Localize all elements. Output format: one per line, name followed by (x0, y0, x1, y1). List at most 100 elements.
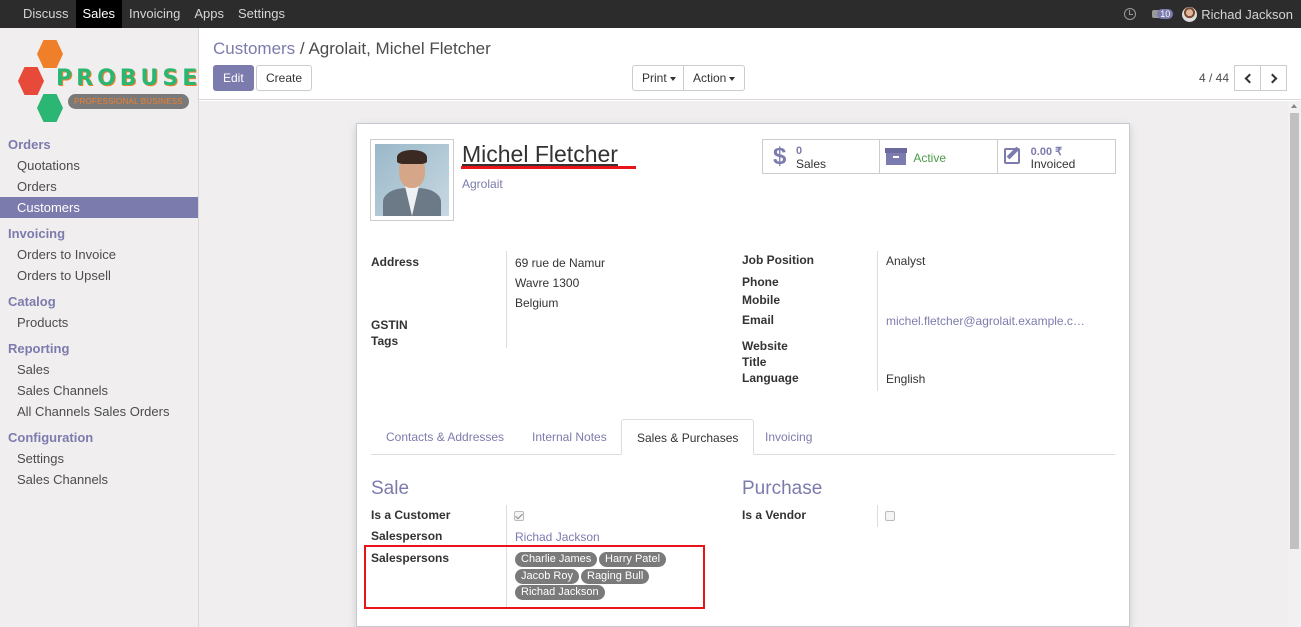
address-label: Address (371, 255, 420, 269)
tab-contacts-addresses[interactable]: Contacts & Addresses (371, 419, 519, 455)
notebook-tabs: Contacts & Addresses Internal Notes Sale… (371, 419, 1115, 455)
menu-apps[interactable]: Apps (187, 0, 231, 28)
sales-label: Sales (796, 157, 827, 171)
sidebar-item-sales[interactable]: Sales (0, 359, 198, 380)
tab-internal-notes[interactable]: Internal Notes (517, 419, 622, 455)
logo-hex-green (37, 94, 63, 122)
sidebar-menu: Orders Quotations Orders Customers Invoi… (0, 134, 198, 490)
sales-smart-button[interactable]: $ 0 Sales (763, 140, 881, 173)
title-label: Title (742, 355, 767, 369)
name-underline-annotation (461, 166, 636, 169)
sidebar-item-products[interactable]: Products (0, 312, 198, 333)
job-position-label: Job Position (742, 253, 814, 267)
job-position-value: Analyst (886, 254, 926, 268)
phone-label: Phone (742, 275, 779, 289)
tags-label: Tags (371, 334, 399, 348)
highlight-annotation-box (364, 545, 705, 609)
address-city-zip: Wavre 1300 (515, 276, 580, 290)
address-country: Belgium (515, 296, 559, 310)
partner-company-link[interactable]: Agrolait (462, 177, 503, 191)
sidebar-item-quotations[interactable]: Quotations (0, 155, 198, 176)
invoiced-label: Invoiced (1030, 157, 1076, 171)
invoiced-smart-button[interactable]: 0.00 ₹ Invoiced (998, 140, 1115, 173)
sidebar-item-orders-to-invoice[interactable]: Orders to Invoice (0, 244, 198, 265)
is-vendor-checkbox[interactable] (885, 511, 895, 521)
app-menu: Discuss Sales Invoicing Apps Settings (16, 0, 292, 28)
active-toggle-button[interactable]: Active (880, 140, 998, 173)
sidebar-item-settings[interactable]: Settings (0, 448, 198, 469)
company-logo: PROBUSE PROFESSIONAL BUSINESS (14, 38, 197, 128)
language-value: English (886, 372, 926, 386)
partner-photo[interactable] (370, 139, 454, 221)
address-street: 69 rue de Namur (515, 256, 606, 270)
tab-sales-purchases[interactable]: Sales & Purchases (621, 419, 755, 455)
sidebar: PROBUSE PROFESSIONAL BUSINESS Orders Quo… (0, 28, 199, 627)
sidebar-item-orders[interactable]: Orders (0, 176, 198, 197)
dollar-icon: $ (773, 143, 787, 170)
sales-count: 0 (796, 145, 803, 157)
create-button[interactable]: Create (256, 65, 313, 91)
language-label: Language (742, 371, 799, 385)
section-catalog: Catalog (8, 294, 56, 309)
breadcrumb-customers[interactable]: Customers (213, 39, 295, 58)
partner-name: Michel Fletcher (462, 141, 618, 167)
section-orders: Orders (8, 137, 51, 152)
breadcrumb-separator: / (299, 39, 305, 58)
scrollbar-thumb[interactable] (1290, 113, 1299, 549)
pager-next-button[interactable] (1260, 65, 1287, 91)
sale-heading: Sale (371, 478, 410, 499)
breadcrumb-current: Agrolait, Michel Fletcher (308, 39, 491, 58)
pager-previous-button[interactable] (1234, 65, 1261, 91)
tab-invoicing[interactable]: Invoicing (750, 419, 827, 455)
menu-settings[interactable]: Settings (231, 0, 292, 28)
sidebar-item-customers[interactable]: Customers (0, 197, 198, 218)
sidebar-item-sales-channels[interactable]: Sales Channels (0, 380, 198, 401)
is-vendor-label: Is a Vendor (742, 508, 807, 522)
sidebar-item-orders-to-upsell[interactable]: Orders to Upsell (0, 265, 198, 286)
section-reporting: Reporting (8, 341, 70, 356)
active-label: Active (913, 151, 947, 165)
smart-buttons: $ 0 Sales Active 0.00 ₹ Invoiced (762, 139, 1116, 174)
sidebar-item-all-channels-sales-orders[interactable]: All Channels Sales Orders (0, 401, 198, 422)
sidebar-item-config-sales-channels[interactable]: Sales Channels (0, 469, 198, 490)
purchase-heading: Purchase (742, 478, 823, 499)
menu-discuss[interactable]: Discuss (16, 0, 76, 28)
scroll-up-arrow-icon[interactable] (1291, 104, 1297, 108)
logo-hex-orange (37, 40, 63, 68)
pencil-square-icon (1003, 148, 1020, 164)
salesperson-value[interactable]: Richad Jackson (515, 530, 600, 544)
gstin-label: GSTIN (371, 318, 408, 332)
user-avatar[interactable] (1182, 6, 1198, 22)
form-sheet: Michel Fletcher Agrolait $ 0 Sales Activ… (356, 123, 1130, 627)
menu-sales[interactable]: Sales (75, 0, 123, 28)
vertical-scrollbar[interactable] (1288, 101, 1301, 627)
top-navbar: Discuss Sales Invoicing Apps Settings 10… (0, 0, 1301, 28)
chevron-right-icon (1267, 73, 1278, 84)
caret-down-icon (729, 76, 736, 81)
is-customer-label: Is a Customer (371, 508, 451, 522)
control-panel: Customers / Agrolait, Michel Fletcher Ed… (199, 28, 1301, 100)
portrait-image (375, 144, 449, 216)
action-label: Action (693, 71, 727, 85)
breadcrumb: Customers / Agrolait, Michel Fletcher (213, 39, 491, 59)
edit-button[interactable]: Edit (213, 65, 254, 91)
messages-badge: 10 (1157, 9, 1174, 19)
logo-tagline: PROFESSIONAL BUSINESS (68, 94, 189, 109)
user-name[interactable]: Richad Jackson (1201, 7, 1293, 22)
menu-invoicing[interactable]: Invoicing (122, 0, 187, 28)
section-configuration: Configuration (8, 430, 94, 445)
archive-icon (885, 148, 908, 165)
is-customer-checkbox[interactable] (514, 511, 524, 521)
clock-icon[interactable] (1124, 8, 1137, 20)
chevron-left-icon (1244, 73, 1255, 84)
action-dropdown[interactable]: Action (683, 65, 746, 91)
messages-icon[interactable]: 10 (1152, 7, 1174, 21)
print-dropdown[interactable]: Print (632, 65, 686, 91)
pager-value[interactable]: 4 / 44 (1199, 71, 1229, 85)
mobile-label: Mobile (742, 293, 780, 307)
section-invoicing: Invoicing (8, 226, 66, 241)
logo-word: PROBUSE (56, 66, 202, 91)
logo-hex-red (18, 67, 44, 95)
salesperson-label: Salesperson (371, 529, 443, 543)
email-value[interactable]: michel.fletcher@agrolait.example.c… (886, 314, 1085, 328)
